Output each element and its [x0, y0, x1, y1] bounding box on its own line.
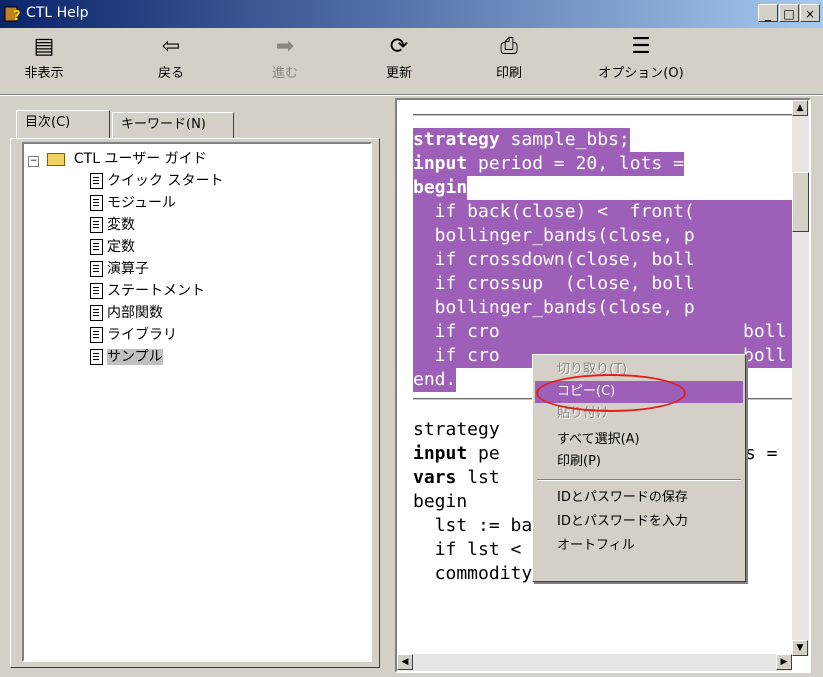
code-line: end.	[413, 368, 457, 392]
printer-icon: ⎙	[500, 34, 518, 59]
maximize-button[interactable]: □	[779, 4, 799, 22]
refresh-icon: ⟳	[389, 34, 409, 59]
menu-item-select-all[interactable]: すべて選択(A)	[535, 429, 743, 451]
menu-item-save-id-password[interactable]: IDとパスワードの保存	[535, 487, 743, 509]
collapse-icon[interactable]: −	[28, 156, 39, 167]
contents-tree: − CTL ユーザー ガイド クイック スタート モジュール 変数 定数 演算子…	[22, 142, 372, 662]
code-line: vars lst	[413, 467, 500, 488]
code-line: if back(close) < front(	[413, 200, 793, 224]
print-button[interactable]: ⎙ 印刷	[484, 32, 534, 81]
code-line: bollinger_bands(close, p	[413, 224, 793, 248]
options-icon: ☰	[631, 34, 651, 59]
hide-button[interactable]: ▤ 非表示	[18, 32, 70, 81]
document-icon	[90, 217, 103, 233]
document-icon	[90, 305, 103, 321]
menu-separator	[537, 479, 741, 481]
tree-item-library[interactable]: ライブラリ	[90, 324, 177, 346]
tree-item-label: モジュール	[107, 195, 177, 211]
options-label: オプション(O)	[598, 66, 684, 81]
code-line: begin	[413, 176, 468, 200]
menu-item-enter-id-password[interactable]: IDとパスワードを入力	[535, 511, 743, 533]
scroll-down-icon[interactable]: ▼	[792, 640, 808, 656]
tree-item-label: 内部関数	[107, 305, 163, 321]
document-icon	[90, 173, 103, 189]
tab-keyword[interactable]: キーワード(N)	[112, 112, 234, 138]
code-line-tail: boll	[743, 320, 787, 344]
document-icon	[90, 283, 103, 299]
hide-label: 非表示	[24, 66, 64, 81]
hide-pane-icon: ▤	[33, 34, 55, 59]
svg-text:?: ?	[13, 9, 21, 23]
toolbar-divider	[0, 94, 823, 96]
document-icon	[90, 195, 103, 211]
code-line: input period = 20, lots =	[413, 152, 684, 176]
tree-item-label: ステートメント	[107, 283, 205, 299]
document-icon	[90, 239, 103, 255]
tree-item-modules[interactable]: モジュール	[90, 192, 176, 214]
code-line: begin	[413, 491, 468, 512]
help-book-icon: ?	[4, 6, 21, 23]
tree-item-quick-start[interactable]: クイック スタート	[90, 170, 223, 192]
tree-item-variables[interactable]: 変数	[90, 214, 135, 236]
minimize-button[interactable]: _	[758, 4, 778, 22]
back-button[interactable]: ⇦ 戻る	[146, 32, 196, 81]
navigation-pane: 目次(C) キーワード(N) − CTL ユーザー ガイド クイック スタート …	[8, 98, 385, 673]
menu-item-autofill[interactable]: オートフィル	[535, 535, 743, 557]
back-arrow-icon: ⇦	[161, 34, 181, 59]
code-line: strategy sample_bbs;	[413, 128, 630, 152]
scroll-thumb[interactable]	[792, 172, 809, 232]
tree-item-label: クイック スタート	[107, 173, 224, 189]
tab-contents[interactable]: 目次(C)	[16, 110, 110, 138]
tree-item-label: ライブラリ	[107, 327, 177, 343]
tree-item-operators[interactable]: 演算子	[90, 258, 149, 280]
menu-item-print[interactable]: 印刷(P)	[535, 451, 743, 473]
vertical-scrollbar[interactable]: ▲ ▼	[792, 100, 809, 656]
options-button[interactable]: ☰ オプション(O)	[596, 32, 686, 81]
code-line: if cro	[413, 320, 793, 344]
tree-root[interactable]: − CTL ユーザー ガイド	[28, 148, 207, 170]
scroll-left-icon[interactable]: ◀	[397, 654, 413, 670]
open-folder-icon	[47, 152, 66, 166]
tree-item-internal-functions[interactable]: 内部関数	[90, 302, 163, 324]
forward-label: 進む	[271, 66, 298, 81]
tree-item-label: 定数	[107, 239, 135, 255]
toolbar: ▤ 非表示 ⇦ 戻る ➡ 進む ⟳ 更新 ⎙ 印刷 ☰ オプション(O)	[0, 28, 823, 94]
close-button[interactable]: ×	[800, 4, 820, 22]
horizontal-scrollbar[interactable]: ◀ ▶	[397, 654, 792, 671]
tree-item-label: 演算子	[107, 261, 149, 277]
code-line: bollinger_bands(close, p	[413, 296, 793, 320]
tree-item-label: サンプル	[107, 349, 163, 365]
document-icon	[90, 327, 103, 343]
tree-root-label: CTL ユーザー ガイド	[73, 151, 207, 167]
annotation-ellipse	[536, 374, 686, 412]
window-title: CTL Help	[26, 5, 89, 21]
scroll-up-icon[interactable]: ▲	[792, 100, 808, 116]
print-label: 印刷	[495, 66, 522, 81]
refresh-label: 更新	[385, 66, 412, 81]
tree-item-statements[interactable]: ステートメント	[90, 280, 205, 302]
code-line: strategy	[413, 419, 500, 440]
document-icon	[90, 349, 103, 365]
code-line-tail: boll	[743, 344, 787, 368]
tree-item-label: 変数	[107, 217, 135, 233]
scroll-right-icon[interactable]: ▶	[776, 654, 792, 670]
horizontal-rule	[413, 114, 793, 116]
document-icon	[90, 261, 103, 277]
forward-arrow-icon: ➡	[275, 34, 295, 59]
forward-button[interactable]: ➡ 進む	[260, 32, 310, 81]
code-line-tail: s =	[745, 443, 778, 464]
tree-item-constants[interactable]: 定数	[90, 236, 135, 258]
refresh-button[interactable]: ⟳ 更新	[374, 32, 424, 81]
code-line: if crossdown(close, boll	[413, 248, 793, 272]
code-line: if crossup (close, boll	[413, 272, 793, 296]
tree-item-samples[interactable]: サンプル	[90, 346, 163, 368]
title-bar: ? CTL Help _ □ ×	[0, 0, 823, 28]
back-label: 戻る	[157, 66, 184, 81]
code-line: input pe	[413, 443, 500, 464]
